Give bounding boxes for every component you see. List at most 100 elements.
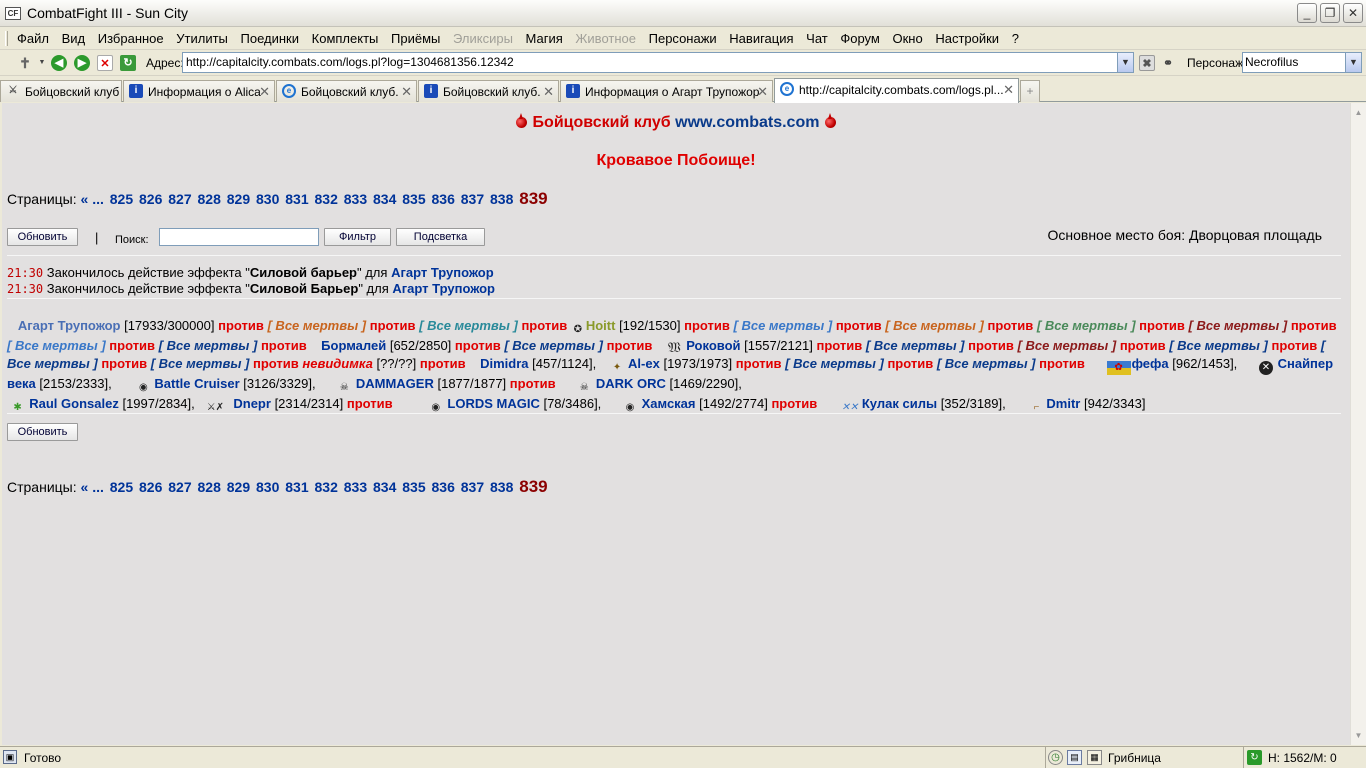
tab-close-icon[interactable]: ✕ [543, 82, 554, 102]
tab-combats-club-3[interactable]: i Бойцовский клуб. ✕ [418, 80, 559, 102]
forward-icon[interactable]: ▶ [74, 55, 90, 71]
log-character-link[interactable]: Агарт Трупожор [391, 265, 494, 280]
notes-icon[interactable]: ▦ [1087, 750, 1102, 765]
search-input[interactable] [159, 228, 319, 246]
page-prev-link[interactable]: « ... [81, 191, 104, 207]
pages-icon[interactable]: ▤ [1067, 750, 1082, 765]
menu-help[interactable]: ? [1012, 31, 1019, 46]
restore-button[interactable]: ❐ [1320, 3, 1340, 23]
page-link[interactable]: 838 [490, 479, 513, 495]
page-link[interactable]: 835 [402, 191, 425, 207]
fighter-link[interactable]: Hoitt [586, 318, 616, 333]
close-button[interactable]: ✕ [1343, 3, 1363, 23]
clear-icon[interactable]: ✖ [1139, 55, 1155, 71]
menu-fights[interactable]: Поединки [241, 31, 300, 46]
refresh-icon[interactable]: ↻ [120, 55, 136, 71]
page-link[interactable]: 828 [198, 479, 221, 495]
persona-dropdown-icon[interactable]: ▼ [1345, 53, 1361, 72]
fighter-link[interactable]: Dnepr [233, 396, 271, 411]
fighter-link[interactable]: DARK ORC [596, 376, 666, 391]
page-link[interactable]: 832 [315, 191, 338, 207]
fighter-link[interactable]: Al-ex [628, 356, 660, 371]
menu-window[interactable]: Окно [892, 31, 922, 46]
fighter-link[interactable]: Кулак силы [862, 396, 937, 411]
tab-info-agart[interactable]: i Информация о Агарт Трупожор ✕ [560, 80, 773, 102]
page-link[interactable]: 836 [432, 191, 455, 207]
page-link[interactable]: 830 [256, 479, 279, 495]
tab-close-icon[interactable]: ✕ [757, 82, 768, 102]
page-link[interactable]: 834 [373, 191, 396, 207]
tab-close-icon[interactable]: ✕ [259, 82, 270, 102]
menu-skills[interactable]: Приёмы [391, 31, 440, 46]
tab-close-icon[interactable]: ✕ [1003, 80, 1014, 100]
site-link[interactable]: www.combats.com [675, 114, 819, 131]
clock-icon[interactable]: ◷ [1048, 750, 1063, 765]
fighter-link[interactable]: Raul Gonsalez [29, 396, 119, 411]
menu-file[interactable]: Файл [17, 31, 49, 46]
page-link[interactable]: 833 [344, 191, 367, 207]
tab-combats-club-1[interactable]: ⚔ Бойцовский клуб [0, 80, 122, 102]
page-link[interactable]: 837 [461, 191, 484, 207]
menu-settings[interactable]: Настройки [935, 31, 999, 46]
page-link[interactable]: 838 [490, 191, 513, 207]
back-icon[interactable]: ◀ [51, 55, 67, 71]
stop-icon[interactable]: ✕ [97, 55, 113, 71]
address-input[interactable]: http://capitalcity.combats.com/logs.pl?l… [182, 52, 1134, 73]
fighter-link[interactable]: Бормалей [321, 338, 386, 353]
page-link[interactable]: 835 [402, 479, 425, 495]
menu-sets[interactable]: Комплекты [312, 31, 379, 46]
tab-info-alica[interactable]: i Информация о Alica ✕ [123, 80, 275, 102]
sync-icon[interactable]: ↻ [1247, 750, 1262, 765]
page-link[interactable]: 827 [168, 191, 191, 207]
page-link[interactable]: 830 [256, 191, 279, 207]
fighter-link[interactable]: Агарт Трупожор [18, 318, 121, 333]
page-link[interactable]: 829 [227, 191, 250, 207]
page-link[interactable]: 831 [285, 479, 308, 495]
filter-button[interactable]: Фильтр [324, 228, 391, 246]
fighter-link[interactable]: DAMMAGER [356, 376, 434, 391]
address-dropdown-icon[interactable]: ▼ [1117, 53, 1133, 72]
menu-magic[interactable]: Магия [526, 31, 563, 46]
menu-characters[interactable]: Персонажи [649, 31, 717, 46]
menu-navigation[interactable]: Навигация [729, 31, 793, 46]
new-tab-button[interactable]: + [1020, 80, 1040, 102]
refresh-button-bottom[interactable]: Обновить [7, 423, 78, 441]
fighter-link[interactable]: фефа [1132, 356, 1169, 371]
page-link[interactable]: 831 [285, 191, 308, 207]
tab-log[interactable]: e http://capitalcity.combats.com/logs.pl… [774, 78, 1019, 103]
scroll-down-icon[interactable]: ▼ [1351, 728, 1366, 743]
page-link[interactable]: 836 [432, 479, 455, 495]
persona-select[interactable]: Necrofilus ▼ [1242, 52, 1362, 73]
page-link[interactable]: 825 [110, 479, 133, 495]
fighter-link[interactable]: LORDS MAGIC [447, 396, 539, 411]
menu-forum[interactable]: Форум [840, 31, 880, 46]
page-link[interactable]: 826 [139, 191, 162, 207]
fighter-link[interactable]: Dimidra [480, 356, 528, 371]
scroll-up-icon[interactable]: ▲ [1351, 105, 1366, 120]
tab-combats-club-2[interactable]: e Бойцовский клуб. ✕ [276, 80, 417, 102]
page-link[interactable]: 828 [198, 191, 221, 207]
highlight-button[interactable]: Подсветка [396, 228, 485, 246]
page-link[interactable]: 826 [139, 479, 162, 495]
menu-utilities[interactable]: Утилиты [176, 31, 228, 46]
vertical-scrollbar[interactable]: ▲ ▼ [1350, 103, 1366, 745]
dropdown-arrow-icon[interactable]: ▼ [34, 55, 50, 71]
refresh-button[interactable]: Обновить [7, 228, 78, 246]
page-link[interactable]: 827 [168, 479, 191, 495]
page-link[interactable]: 825 [110, 191, 133, 207]
menu-view[interactable]: Вид [62, 31, 86, 46]
page-prev-link[interactable]: « ... [81, 479, 104, 495]
fighter-link[interactable]: Роковой [686, 338, 740, 353]
tab-close-icon[interactable]: ✕ [401, 82, 412, 102]
log-character-link[interactable]: Агарт Трупожор [392, 281, 495, 296]
fighter-link[interactable]: Battle Cruiser [154, 376, 239, 391]
page-link[interactable]: 837 [461, 479, 484, 495]
binoculars-icon[interactable]: ⚭ [1160, 55, 1176, 71]
menu-favorites[interactable]: Избранное [98, 31, 164, 46]
page-link[interactable]: 832 [315, 479, 338, 495]
pin-icon[interactable]: ✝ [17, 55, 33, 71]
toolbar-grip[interactable] [5, 31, 8, 46]
menu-chat[interactable]: Чат [806, 31, 828, 46]
page-link[interactable]: 829 [227, 479, 250, 495]
fighter-link[interactable]: Хамская [642, 396, 696, 411]
